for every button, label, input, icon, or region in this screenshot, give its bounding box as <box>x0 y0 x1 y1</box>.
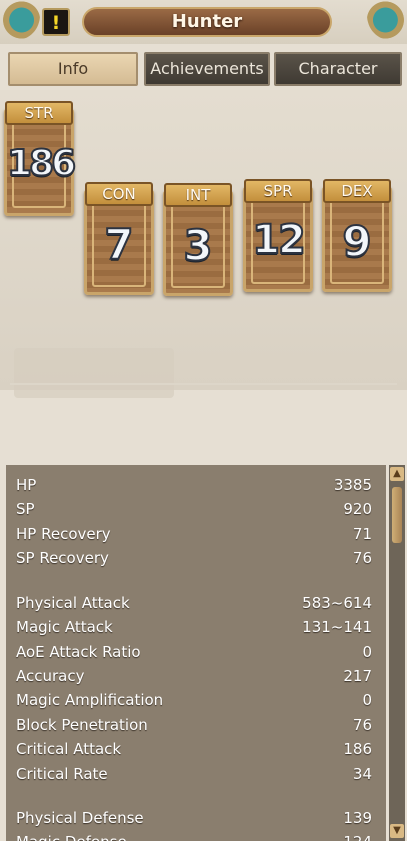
stat-row-sp: SP 920 <box>16 500 372 522</box>
stat-row-aoe-attack-ratio: AoE Attack Ratio 0 <box>16 643 372 665</box>
stat-row-magic-amplification: Magic Amplification 0 <box>16 691 372 713</box>
stat-name: Magic Amplification <box>16 691 164 709</box>
stat-card-int: INT 3 <box>163 183 233 296</box>
stat-row-block-penetration: Block Penetration 76 <box>16 716 372 738</box>
scroll-up-icon[interactable]: ▲ <box>390 467 404 481</box>
stat-value: 186 <box>343 740 372 758</box>
stat-card-value: 186 <box>6 142 77 185</box>
stat-value: 0 <box>362 691 372 709</box>
stat-row-physical-attack: Physical Attack 583~614 <box>16 594 372 616</box>
stat-value: 71 <box>352 525 372 543</box>
scrollbar[interactable]: ▲ ▼ <box>389 465 405 841</box>
scroll-thumb[interactable] <box>392 487 402 543</box>
stat-card-value: 12 <box>251 216 307 264</box>
stat-name: Accuracy <box>16 667 85 685</box>
stat-card-label: SPR <box>244 179 312 203</box>
scroll-down-icon[interactable]: ▼ <box>390 824 404 838</box>
stats-panel[interactable]: HP 3385 SP 920 HP Recovery 71 SP Recover… <box>6 465 386 841</box>
stat-value: 131~141 <box>302 618 372 636</box>
stat-card-value: 9 <box>341 216 372 267</box>
stat-row-magic-defense: Magic Defense 124 <box>16 833 372 841</box>
divider <box>10 383 397 385</box>
stat-value: 34 <box>352 765 372 783</box>
stat-card-dex: DEX 9 <box>322 179 392 292</box>
title-bar: ! Hunter <box>0 0 407 44</box>
stat-card-con: CON 7 <box>84 182 154 295</box>
stat-value: 76 <box>352 716 372 734</box>
stat-card-label: STR <box>5 101 73 125</box>
stat-name: SP <box>16 500 35 518</box>
stat-card-value: 7 <box>103 219 134 270</box>
stat-card-label: CON <box>85 182 153 206</box>
stat-card-str: STR 186 <box>4 101 77 216</box>
stat-value: 76 <box>352 549 372 567</box>
stat-name: Physical Defense <box>16 809 144 827</box>
stat-value: 217 <box>343 667 372 685</box>
stat-row-sp-recovery: SP Recovery 76 <box>16 549 372 571</box>
stat-card-value: 3 <box>182 220 213 271</box>
stat-name: AoE Attack Ratio <box>16 643 141 661</box>
stat-card-spr: SPR 12 <box>243 179 313 292</box>
stat-row-magic-attack: Magic Attack 131~141 <box>16 618 372 640</box>
tab-achievements[interactable]: Achievements <box>144 52 270 86</box>
stat-name: HP Recovery <box>16 525 111 543</box>
stat-row-critical-rate: Critical Rate 34 <box>16 765 372 787</box>
tab-bar: Info Achievements Character <box>8 52 402 86</box>
stat-name: Critical Rate <box>16 765 108 783</box>
stat-card-label: INT <box>164 183 232 207</box>
tab-info[interactable]: Info <box>8 52 138 86</box>
stat-row-hp: HP 3385 <box>16 476 372 498</box>
stat-value: 3385 <box>333 476 372 494</box>
stat-name: Physical Attack <box>16 594 130 612</box>
stat-value: 0 <box>362 643 372 661</box>
stat-name: SP Recovery <box>16 549 109 567</box>
window-title: Hunter <box>82 7 332 37</box>
stat-value: 583~614 <box>302 594 372 612</box>
stat-row-physical-defense: Physical Defense 139 <box>16 809 372 831</box>
stat-value: 124 <box>343 833 372 841</box>
stat-name: Block Penetration <box>16 716 148 734</box>
stat-name: Magic Attack <box>16 618 113 636</box>
stat-value: 139 <box>343 809 372 827</box>
alert-button[interactable]: ! <box>42 8 70 36</box>
stat-card-label: DEX <box>323 179 391 203</box>
stat-name: Magic Defense <box>16 833 127 841</box>
stat-row-accuracy: Accuracy 217 <box>16 667 372 689</box>
stat-row-critical-attack: Critical Attack 186 <box>16 740 372 762</box>
tab-character[interactable]: Character <box>274 52 402 86</box>
ornament-left-icon <box>0 0 40 40</box>
stat-value: 920 <box>343 500 372 518</box>
stat-name: Critical Attack <box>16 740 122 758</box>
stat-name: HP <box>16 476 37 494</box>
stat-row-hp-recovery: HP Recovery 71 <box>16 525 372 547</box>
ornament-right-icon <box>367 0 407 40</box>
background-frame <box>14 348 174 398</box>
